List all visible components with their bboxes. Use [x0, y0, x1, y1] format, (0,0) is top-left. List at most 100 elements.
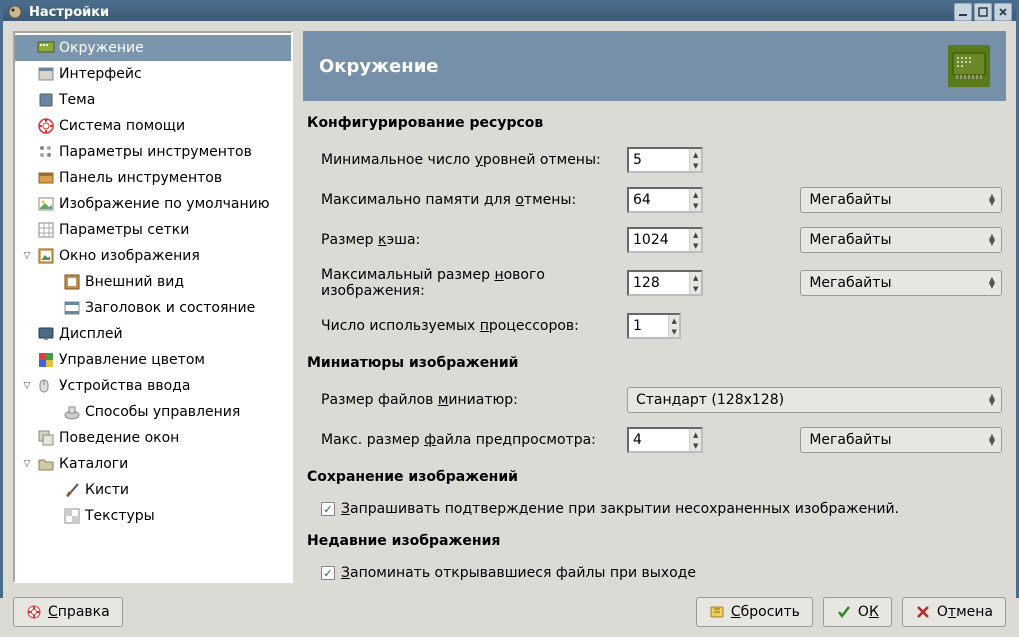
sidebar-item-4[interactable]: Параметры инструментов [15, 139, 291, 165]
expander-spacer [21, 354, 33, 366]
sidebar-item-label: Параметры сетки [59, 222, 189, 238]
window-title: Настройки [29, 5, 948, 20]
expander-icon[interactable]: ▽ [21, 458, 33, 470]
max-preview-label: Макс. размер файла предпросмотра: [321, 432, 621, 448]
sidebar-item-2[interactable]: Тема [15, 87, 291, 113]
undo-memory-unit[interactable]: Мегабайты▲▼ [800, 187, 1002, 213]
folders-icon [37, 455, 55, 473]
help-ring-icon [26, 604, 42, 620]
sidebar-item-7[interactable]: Параметры сетки [15, 217, 291, 243]
sidebar-item-label: Поведение окон [59, 430, 179, 446]
spin-up[interactable]: ▲ [690, 149, 701, 160]
chip-icon [37, 39, 55, 57]
sidebar-item-0[interactable]: Окружение [15, 35, 291, 61]
ok-button[interactable]: ОК [823, 597, 892, 627]
sidebar-item-label: Устройства ввода [59, 378, 190, 394]
undo-levels-input[interactable] [629, 149, 689, 171]
sidebar-item-3[interactable]: Система помощи [15, 113, 291, 139]
cancel-button[interactable]: Отмена [902, 597, 1006, 627]
sidebar-item-8[interactable]: ▽ Окно изображения [15, 243, 291, 269]
default-image-icon [37, 195, 55, 213]
help-ring-icon [37, 117, 55, 135]
sidebar-item-12[interactable]: Управление цветом [15, 347, 291, 373]
sidebar-item-label: Тема [59, 92, 95, 108]
sidebar-item-9[interactable]: Внешний вид [15, 269, 291, 295]
expander-spacer [21, 224, 33, 236]
expander-spacer [21, 146, 33, 158]
sidebar-item-label: Изображение по умолчанию [59, 196, 270, 212]
sidebar-item-17[interactable]: Кисти [15, 477, 291, 503]
expander-spacer [21, 198, 33, 210]
undo-memory-spinbox[interactable]: ▲▼ [627, 187, 703, 213]
controllers-icon [63, 403, 81, 421]
sidebar-item-label: Текстуры [85, 508, 155, 524]
help-button[interactable]: Справка [13, 597, 123, 627]
sidebar-item-10[interactable]: Заголовок и состояние [15, 295, 291, 321]
sidebar-item-15[interactable]: Поведение окон [15, 425, 291, 451]
close-button[interactable] [994, 3, 1012, 21]
max-preview-unit[interactable]: Мегабайты▲▼ [800, 427, 1002, 453]
sidebar-item-label: Кисти [85, 482, 129, 498]
maximize-button[interactable] [974, 3, 992, 21]
cancel-icon [915, 604, 931, 620]
sidebar-item-label: Интерфейс [59, 66, 142, 82]
expander-spacer [21, 484, 33, 496]
section-thumbnails-title: Миниатюры изображений [307, 355, 1002, 371]
image-window-icon [37, 247, 55, 265]
cache-size-unit[interactable]: Мегабайты▲▼ [800, 227, 1002, 253]
remember-files-label: Запоминать открывавшиеся файлы при выход… [341, 565, 696, 581]
chip-icon [948, 45, 990, 87]
page-title: Окружение [319, 56, 439, 77]
new-image-size-input[interactable] [629, 272, 689, 294]
page-header: Окружение [303, 31, 1006, 101]
new-image-size-unit[interactable]: Мегабайты▲▼ [800, 270, 1002, 296]
max-preview-spinbox[interactable]: ▲▼ [627, 427, 703, 453]
sidebar-item-11[interactable]: Дисплей [15, 321, 291, 347]
titlebar: Настройки [3, 3, 1016, 21]
page-content: Окружение Конфигурирование ресурсов Мини… [303, 31, 1006, 583]
sidebar-item-label: Управление цветом [59, 352, 205, 368]
expander-spacer [21, 510, 33, 522]
sidebar-item-6[interactable]: Изображение по умолчанию [15, 191, 291, 217]
color-mgmt-icon [37, 351, 55, 369]
expander-spacer [21, 406, 33, 418]
processors-spinbox[interactable]: ▲▼ [627, 313, 681, 339]
sidebar-item-label: Окно изображения [59, 248, 200, 264]
remember-files-checkbox[interactable]: ✓ [321, 566, 335, 580]
category-tree[interactable]: ОкружениеИнтерфейсТемаСистема помощиПара… [13, 31, 293, 583]
sidebar-item-16[interactable]: ▽ Каталоги [15, 451, 291, 477]
input-devices-icon [37, 377, 55, 395]
processors-input[interactable] [629, 315, 668, 337]
sidebar-item-14[interactable]: Способы управления [15, 399, 291, 425]
new-image-size-spinbox[interactable]: ▲▼ [627, 270, 703, 296]
patterns-icon [63, 507, 81, 525]
spin-down[interactable]: ▼ [690, 160, 701, 171]
cache-size-spinbox[interactable]: ▲▼ [627, 227, 703, 253]
sidebar-item-13[interactable]: ▽ Устройства ввода [15, 373, 291, 399]
expander-spacer [21, 42, 33, 54]
sidebar-item-1[interactable]: Интерфейс [15, 61, 291, 87]
expander-spacer [21, 120, 33, 132]
interface-icon [37, 65, 55, 83]
undo-memory-input[interactable] [629, 189, 689, 211]
section-history-title: Недавние изображения [307, 533, 1002, 549]
sidebar-item-18[interactable]: Текстуры [15, 503, 291, 529]
minimize-button[interactable] [954, 3, 972, 21]
undo-levels-spinbox[interactable]: ▲▼ [627, 147, 703, 173]
sidebar-item-label: Каталоги [59, 456, 128, 472]
preferences-window: Настройки Окружение Интерфейс Тема Система … [0, 0, 1019, 598]
new-image-size-label: Максимальный размер нового изображения: [321, 267, 621, 299]
confirm-close-label: Запрашивать подтверждение при закрытии н… [341, 501, 899, 517]
sidebar-item-5[interactable]: Панель инструментов [15, 165, 291, 191]
max-preview-input[interactable] [629, 429, 689, 451]
titlebar-controls [954, 3, 1012, 21]
sidebar-item-label: Дисплей [59, 326, 123, 342]
cache-size-input[interactable] [629, 229, 689, 251]
sidebar-item-label: Заголовок и состояние [85, 300, 255, 316]
confirm-close-checkbox[interactable]: ✓ [321, 502, 335, 516]
undo-memory-label: Максимально памяти для отмены: [321, 192, 621, 208]
expander-icon[interactable]: ▽ [21, 250, 33, 262]
reset-button[interactable]: Сбросить [696, 597, 813, 627]
thumb-size-combobox[interactable]: Стандарт (128x128)▲▼ [627, 387, 1002, 413]
expander-icon[interactable]: ▽ [21, 380, 33, 392]
